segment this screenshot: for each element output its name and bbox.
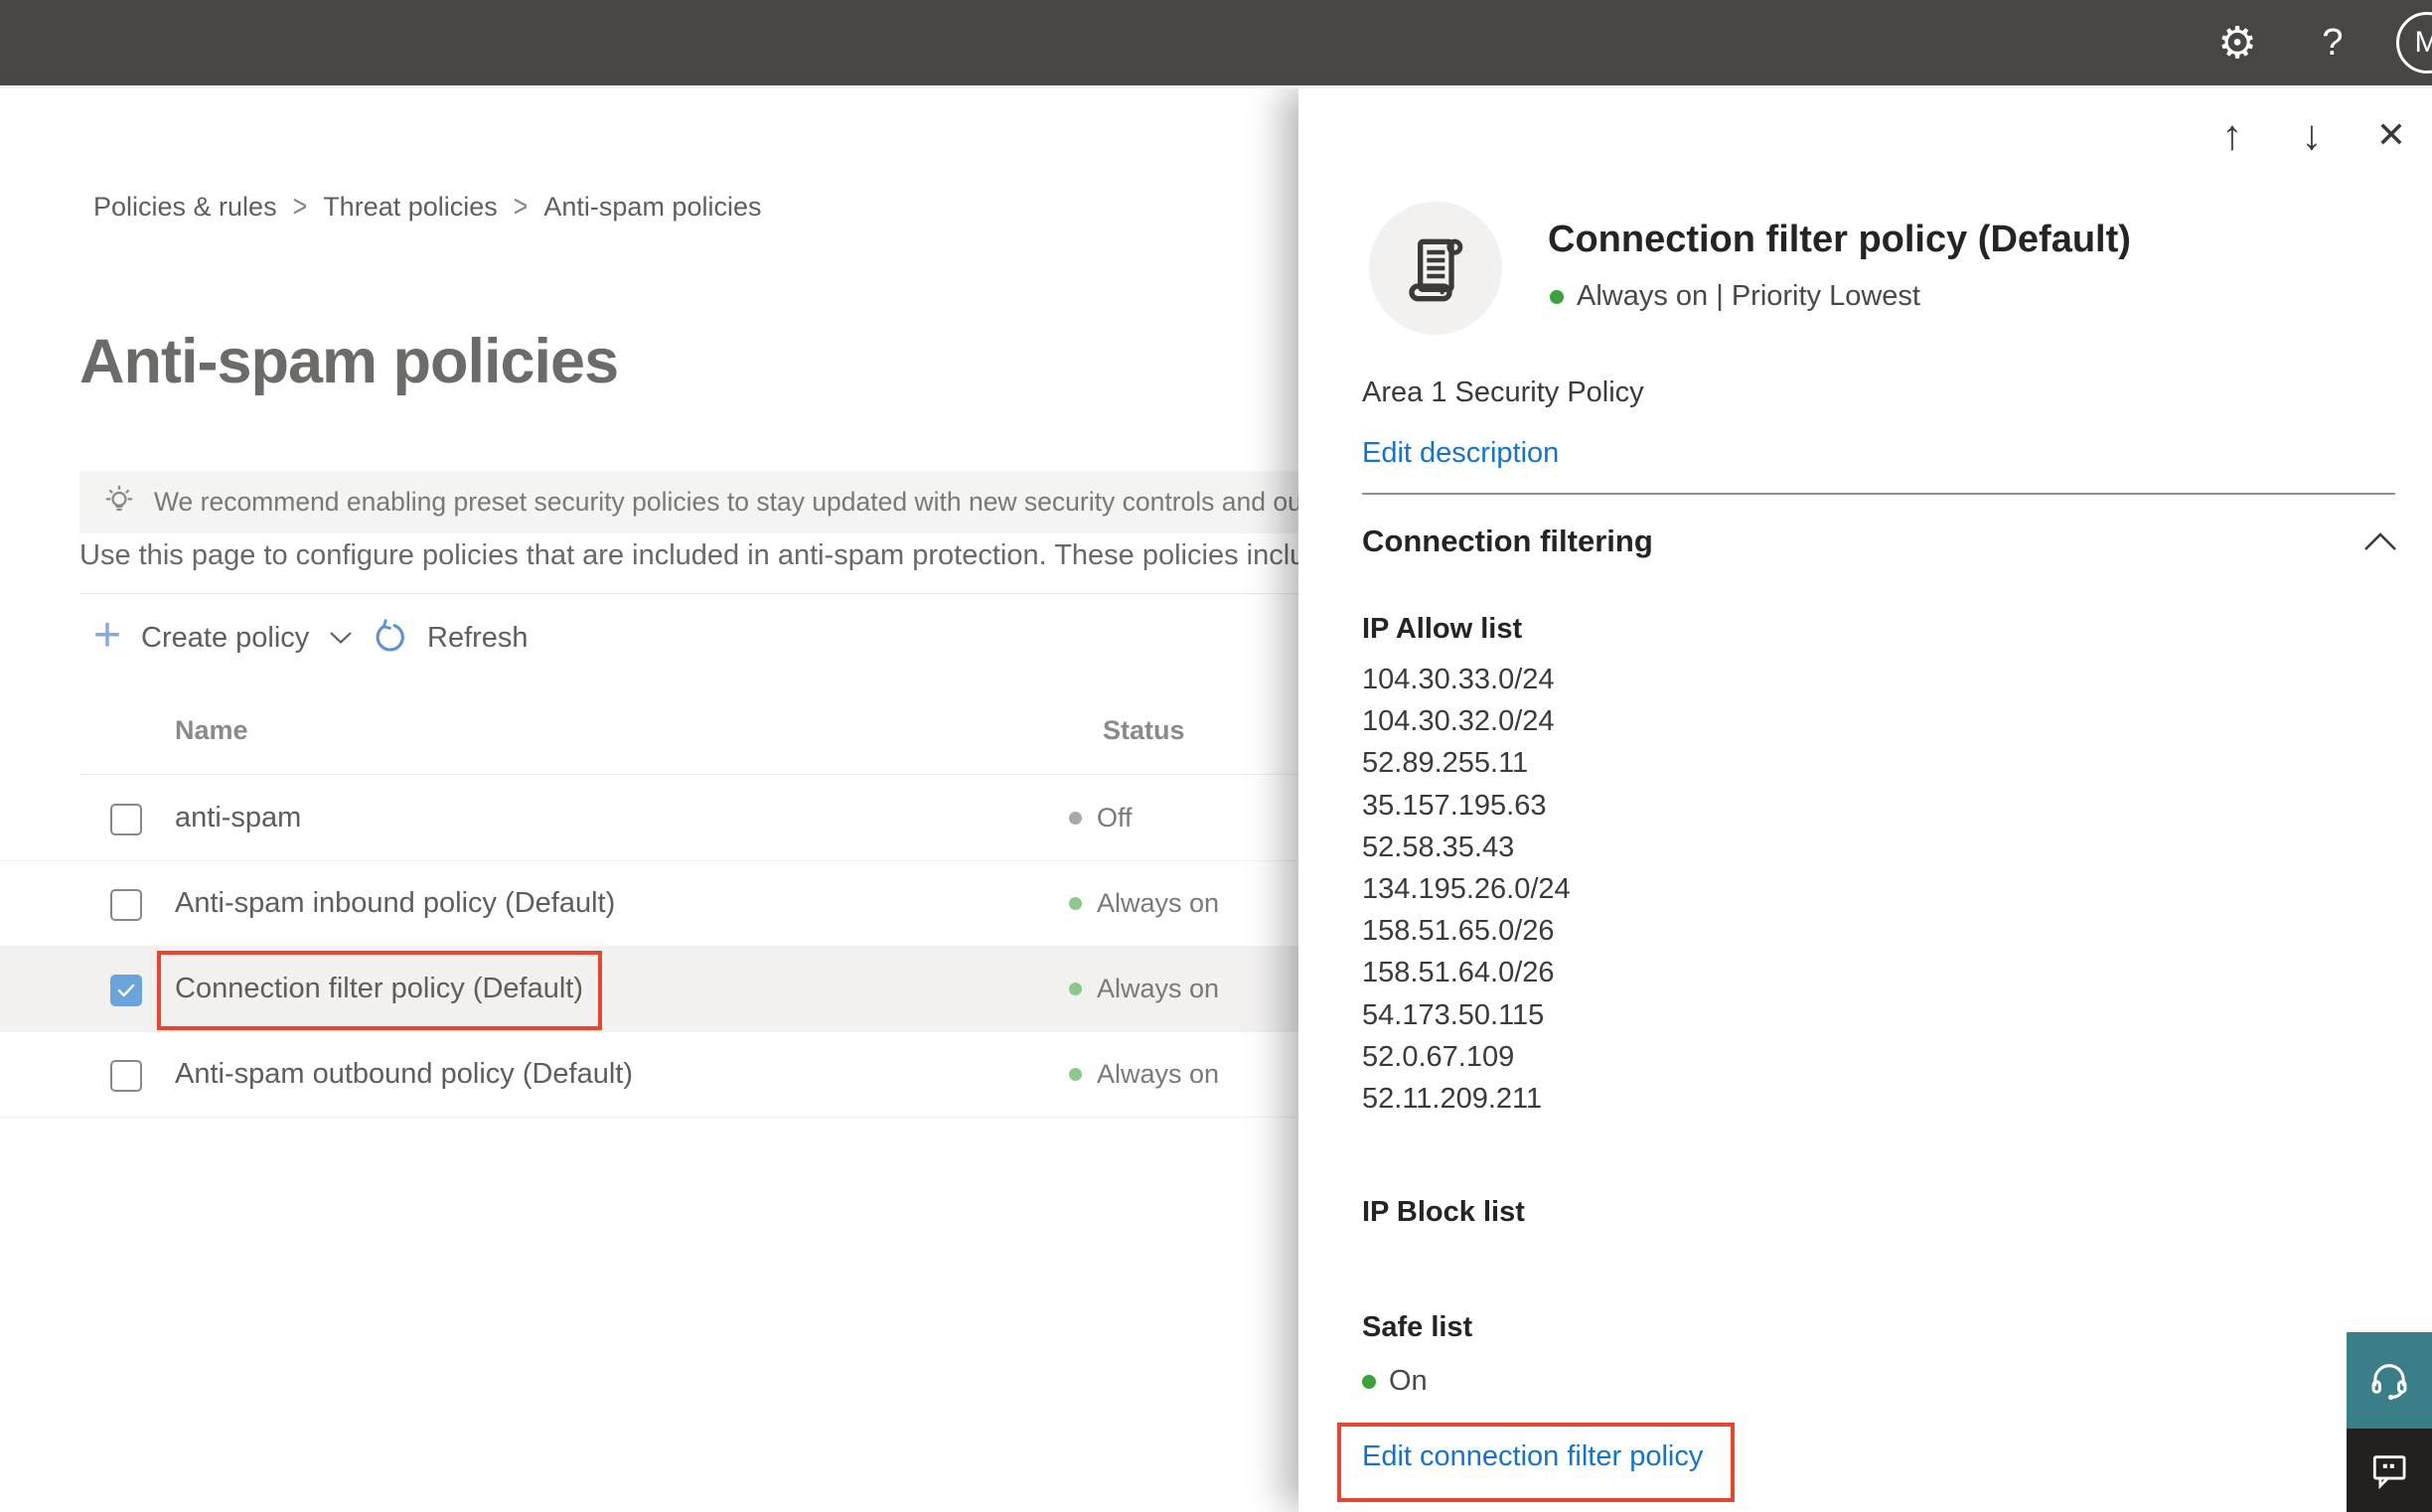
checkmark-icon (117, 983, 135, 997)
ip-entry: 104.30.33.0/24 (1362, 664, 1555, 695)
headset-icon (2371, 1363, 2407, 1400)
ip-entry: 52.0.67.109 (1362, 1040, 1515, 1073)
flyout-title: Connection filter policy (Default) (1548, 219, 2131, 260)
policy-name-link[interactable]: anti-spam (175, 775, 301, 860)
status-text: Off (1097, 803, 1133, 832)
page-description: Use this page to configure policies that… (79, 539, 1338, 571)
row-checkbox-checked[interactable] (110, 975, 142, 1006)
previous-item-arrow-icon[interactable]: ↑ (2204, 85, 2260, 185)
help-icon[interactable]: ? (2309, 0, 2356, 85)
ip-entry: 35.157.195.63 (1362, 789, 1547, 822)
ip-entry: 54.173.50.115 (1362, 998, 1545, 1031)
status-text: Always on (1097, 888, 1220, 918)
section-connection-filtering: Connection filtering (1362, 524, 1653, 558)
gear-icon[interactable]: ⚙ (2211, 0, 2263, 85)
support-button[interactable] (2347, 1332, 2432, 1429)
chat-feedback-icon (2372, 1455, 2406, 1490)
status-dot-off-icon (1069, 812, 1082, 825)
ip-entry: 134.195.26.0/24 (1362, 873, 1571, 906)
create-policy-button[interactable]: + Create policy (93, 612, 353, 664)
refresh-button[interactable]: Refresh (370, 612, 529, 664)
banner-text: We recommend enabling preset security po… (154, 487, 1429, 517)
status-dot-on-icon (1069, 1068, 1082, 1081)
row-checkbox[interactable] (110, 889, 142, 921)
breadcrumb-separator-icon: > (292, 189, 308, 225)
status-dot-on-icon (1362, 1374, 1376, 1389)
ip-entry: 52.58.35.43 (1362, 831, 1515, 863)
ip-entry: 52.11.209.211 (1362, 1083, 1543, 1116)
status-dot-on-icon (1069, 983, 1082, 995)
status-dot-on-icon (1550, 289, 1564, 304)
safe-list-status: On (1362, 1365, 1428, 1398)
top-bar: ⚙ ? M (0, 0, 2432, 85)
topbar-divider (0, 85, 2432, 88)
feedback-button[interactable] (2347, 1429, 2432, 1512)
edit-connection-filter-policy-link[interactable]: Edit connection filter policy (1362, 1440, 1703, 1473)
breadcrumb-anti-spam-policies: Anti-spam policies (543, 192, 762, 222)
chevron-down-icon (329, 631, 353, 645)
lightbulb-icon (101, 485, 137, 521)
refresh-label: Refresh (427, 621, 529, 654)
status-text: Always on (1097, 1059, 1220, 1089)
row-checkbox[interactable] (110, 804, 142, 835)
policy-name-link[interactable]: Anti-spam inbound policy (Default) (175, 860, 615, 946)
breadcrumb-policies-rules[interactable]: Policies & rules (93, 192, 277, 223)
ip-entry: 158.51.65.0/26 (1362, 915, 1555, 948)
ip-entry: 104.30.32.0/24 (1362, 705, 1555, 738)
flyout-divider (1362, 493, 2395, 495)
refresh-icon (370, 619, 407, 657)
policy-description: Area 1 Security Policy (1362, 377, 1644, 408)
ip-allow-list: 104.30.33.0/24 104.30.32.0/24 52.89.255.… (1362, 659, 1571, 1120)
status-dot-on-icon (1069, 897, 1082, 910)
column-header-name[interactable]: Name (175, 715, 248, 746)
plus-icon: + (93, 609, 122, 662)
policy-details-flyout: ↑ ↓ ✕ Connection filter policy (Default)… (1298, 85, 2432, 1512)
breadcrumb-separator-icon: > (513, 189, 529, 225)
ip-block-list-heading: IP Block list (1362, 1196, 1525, 1228)
ip-entry: 158.51.64.0/26 (1362, 957, 1555, 989)
avatar[interactable]: M (2396, 12, 2432, 74)
page-title: Anti-spam policies (79, 327, 619, 396)
policy-name-link[interactable]: Anti-spam outbound policy (Default) (175, 1031, 633, 1117)
safe-list-status-text: On (1389, 1365, 1428, 1397)
flyout-status-text: Always on | Priority Lowest (1577, 280, 1920, 312)
safe-list-heading: Safe list (1362, 1311, 1473, 1343)
scroll-policy-icon (1409, 238, 1463, 302)
next-item-arrow-icon[interactable]: ↓ (2284, 85, 2340, 185)
policy-icon-circle (1369, 202, 1502, 335)
app-root: ⚙ ? M Policies & rules > Threat policies… (0, 0, 2432, 1512)
policy-name-link[interactable]: Connection filter policy (Default) (175, 946, 583, 1031)
chevron-up-icon[interactable] (2363, 532, 2397, 551)
breadcrumb-threat-policies[interactable]: Threat policies (323, 192, 498, 223)
create-policy-label: Create policy (141, 621, 310, 654)
edit-description-link[interactable]: Edit description (1362, 437, 1559, 470)
ip-entry: 52.89.255.11 (1362, 747, 1529, 780)
breadcrumb: Policies & rules > Threat policies > Ant… (93, 189, 762, 225)
flyout-status-line: Always on | Priority Lowest (1550, 280, 1920, 313)
column-header-status[interactable]: Status (1103, 715, 1185, 746)
close-icon[interactable]: ✕ (2363, 85, 2419, 185)
status-text: Always on (1097, 974, 1220, 1003)
row-checkbox[interactable] (110, 1060, 142, 1092)
ip-allow-list-heading: IP Allow list (1362, 613, 1523, 645)
